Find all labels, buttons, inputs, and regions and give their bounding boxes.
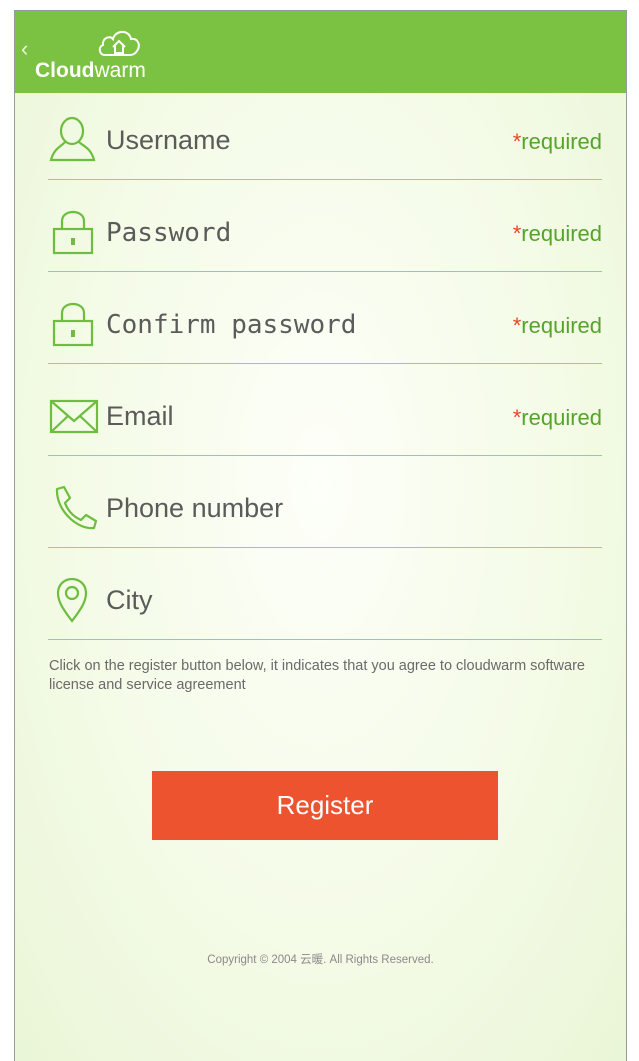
password-placeholder: Password xyxy=(106,218,232,248)
phone-placeholder: Phone number xyxy=(106,493,284,523)
app-frame: ‹ Cloudwarm Username *required Password … xyxy=(14,10,627,1061)
logo-text: Cloudwarm xyxy=(35,59,146,82)
chevron-left-icon[interactable]: ‹ xyxy=(21,37,35,61)
lock-icon xyxy=(48,207,100,255)
required-label: *required xyxy=(512,221,602,246)
email-placeholder: Email xyxy=(106,401,174,431)
email-field[interactable]: Email *required xyxy=(48,367,602,456)
copyright-text: Copyright © 2004 云暖. All Rights Reserved… xyxy=(207,954,434,966)
city-placeholder: City xyxy=(106,585,153,615)
agreement-text: Click on the register button below, it i… xyxy=(49,658,585,693)
header-bar: ‹ Cloudwarm xyxy=(15,11,626,93)
required-label: *required xyxy=(512,405,602,430)
user-icon xyxy=(48,115,100,163)
lock-icon xyxy=(48,299,100,347)
location-pin-icon xyxy=(48,575,100,623)
envelope-icon xyxy=(48,391,100,439)
cloud-house-icon xyxy=(98,30,140,56)
city-field[interactable]: City xyxy=(48,551,602,640)
phone-field[interactable]: Phone number xyxy=(48,459,602,548)
cloudwarm-logo: Cloudwarm xyxy=(35,25,175,85)
required-label: *required xyxy=(512,313,602,338)
password-field[interactable]: Password *required xyxy=(48,183,602,272)
phone-icon xyxy=(48,483,100,531)
register-button[interactable]: Register xyxy=(152,771,498,840)
username-field[interactable]: Username *required xyxy=(48,91,602,180)
confirm-password-field[interactable]: Confirm password *required xyxy=(48,275,602,364)
username-placeholder: Username xyxy=(106,125,231,155)
required-label: *required xyxy=(512,129,602,154)
confirm-password-placeholder: Confirm password xyxy=(106,310,357,340)
